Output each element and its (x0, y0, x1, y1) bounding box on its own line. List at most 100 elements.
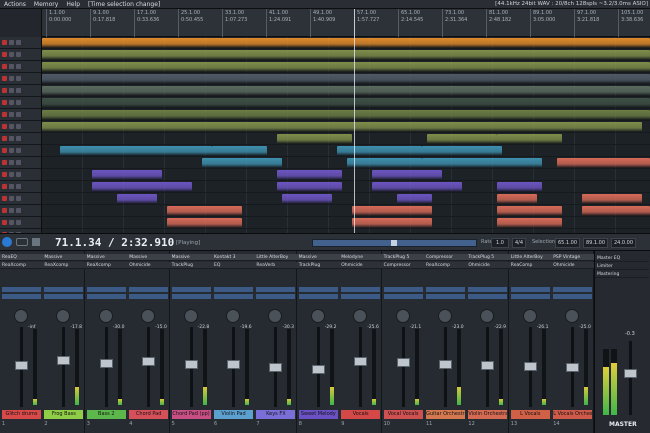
media-clip[interactable] (92, 170, 162, 180)
menu-memory[interactable]: Memory (30, 0, 62, 9)
track-lane[interactable] (42, 49, 650, 61)
media-clip[interactable] (42, 74, 650, 84)
track-lane[interactable] (42, 217, 650, 229)
media-clip[interactable] (372, 170, 442, 180)
pan-knob[interactable] (438, 309, 452, 323)
track-lane[interactable] (42, 157, 650, 169)
track-lane[interactable] (42, 193, 650, 205)
menu-help[interactable]: Help (62, 0, 84, 9)
fx-insert-slot[interactable]: TrackPlug 5 (466, 254, 510, 261)
pan-knob[interactable] (480, 309, 495, 323)
send-slot[interactable] (510, 294, 550, 299)
track-header[interactable] (0, 217, 41, 229)
solo-button[interactable] (16, 112, 21, 117)
send-slot[interactable] (298, 287, 338, 292)
fx-insert-slot[interactable]: Melodyne (339, 254, 383, 261)
channel-name[interactable]: Violin Pad (214, 410, 253, 419)
pan-knob[interactable] (98, 309, 113, 323)
stop-icon[interactable] (32, 238, 40, 246)
fx-insert-slot[interactable]: ReaVerb (254, 262, 298, 269)
pan-knob[interactable] (565, 309, 580, 323)
selection-start-field[interactable]: 65.1.00 (555, 238, 580, 248)
send-slot[interactable] (2, 287, 41, 292)
send-slot[interactable] (86, 287, 126, 292)
fx-insert-slot[interactable]: Massive (169, 254, 213, 261)
record-arm-button[interactable] (2, 208, 7, 213)
mute-button[interactable] (9, 184, 14, 189)
pan-knob[interactable] (183, 309, 198, 323)
volume-fader[interactable] (142, 357, 156, 367)
menu-actions[interactable]: Actions (0, 0, 30, 9)
selection-end-field[interactable]: 89.1.00 (583, 238, 608, 248)
media-clip[interactable] (497, 194, 537, 204)
send-slot[interactable] (171, 294, 211, 299)
track-lane[interactable] (42, 121, 650, 133)
media-clip[interactable] (397, 194, 432, 204)
media-clip[interactable] (497, 134, 562, 144)
fx-insert-slot[interactable]: ReaEQ (0, 254, 43, 261)
mute-button[interactable] (9, 52, 14, 57)
record-arm-button[interactable] (2, 100, 7, 105)
send-slot[interactable] (171, 287, 211, 292)
solo-button[interactable] (16, 184, 21, 189)
fx-insert-slot[interactable]: ReaXcomp (42, 262, 86, 269)
volume-fader[interactable] (227, 359, 240, 369)
channel-name[interactable]: Keys FX (256, 410, 296, 419)
fx-insert-slot[interactable]: Kontakt 3 (212, 254, 255, 261)
record-arm-button[interactable] (2, 160, 7, 165)
mute-button[interactable] (9, 148, 14, 153)
track-header[interactable] (0, 97, 41, 109)
media-clip[interactable] (167, 206, 242, 216)
volume-fader[interactable] (566, 362, 580, 372)
send-slot[interactable] (468, 287, 508, 292)
fx-insert-slot[interactable]: Massive (296, 254, 340, 261)
fx-insert-slot[interactable]: TrackPlug (169, 262, 213, 269)
mute-button[interactable] (9, 136, 14, 141)
media-clip[interactable] (277, 182, 342, 192)
media-clip[interactable] (497, 182, 542, 192)
media-clip[interactable] (282, 194, 332, 204)
play-cursor[interactable] (354, 9, 355, 233)
media-clip[interactable] (92, 182, 192, 192)
track-lane[interactable] (42, 97, 650, 109)
send-slot[interactable] (86, 294, 126, 299)
mute-button[interactable] (9, 40, 14, 45)
send-slot[interactable] (468, 294, 508, 299)
channel-name[interactable]: Chord Pad (129, 410, 169, 419)
media-clip[interactable] (582, 206, 650, 216)
solo-button[interactable] (16, 172, 21, 177)
volume-fader[interactable] (311, 365, 325, 374)
media-clip[interactable] (352, 206, 432, 216)
fx-insert-slot[interactable]: ReaXcomp (84, 262, 128, 269)
track-header[interactable] (0, 157, 41, 169)
track-lane[interactable] (42, 61, 650, 73)
mute-button[interactable] (9, 76, 14, 81)
solo-button[interactable] (16, 64, 21, 69)
track-header[interactable] (0, 169, 41, 181)
send-slot[interactable] (510, 287, 550, 292)
master-fader[interactable] (624, 369, 637, 378)
track-header[interactable] (0, 37, 41, 49)
send-slot[interactable] (298, 294, 338, 299)
mute-button[interactable] (9, 172, 14, 177)
slider-handle[interactable] (391, 240, 397, 246)
mute-button[interactable] (9, 100, 14, 105)
fx-insert-slot[interactable]: Massive (42, 254, 86, 261)
solo-button[interactable] (16, 100, 21, 105)
send-slot[interactable] (214, 287, 253, 292)
volume-fader[interactable] (184, 360, 198, 370)
pan-knob[interactable] (395, 309, 410, 323)
record-arm-button[interactable] (2, 76, 7, 81)
track-header[interactable] (0, 73, 41, 85)
master-insert[interactable]: Mastering (595, 271, 649, 278)
send-slot[interactable] (553, 294, 593, 299)
pan-knob[interactable] (226, 309, 240, 323)
fx-insert-slot[interactable]: Compressor (424, 254, 467, 261)
mute-button[interactable] (9, 124, 14, 129)
track-lane[interactable] (42, 205, 650, 217)
track-header[interactable] (0, 193, 41, 205)
media-clip[interactable] (42, 110, 650, 120)
volume-fader[interactable] (481, 361, 495, 371)
track-header[interactable] (0, 133, 41, 145)
pan-knob[interactable] (14, 309, 28, 323)
